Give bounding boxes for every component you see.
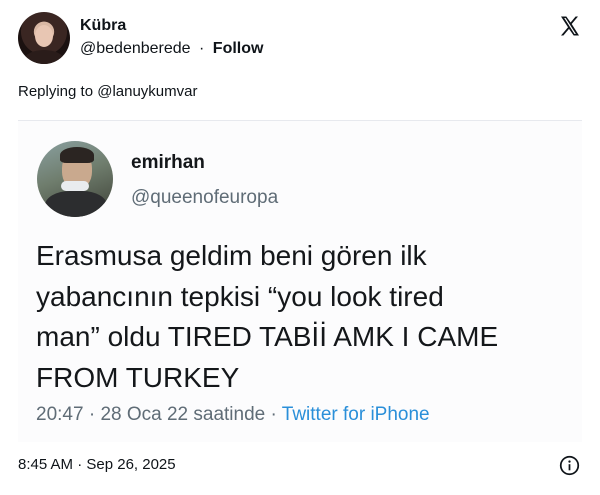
author-handle-line: @bedenberede · Follow: [80, 40, 263, 58]
author-handle[interactable]: @bedenberede: [80, 40, 191, 57]
separator-dot: ·: [199, 40, 205, 57]
quoted-author-name: emirhan: [131, 152, 205, 173]
x-logo-icon[interactable]: [558, 14, 582, 38]
tweet-text-line: yabancının tepkisi “you look tired: [36, 280, 444, 312]
tweet-text-line: man” oldu TIRED TABİİ AMK I CAME: [36, 321, 499, 352]
follow-button[interactable]: Follow: [213, 40, 264, 57]
quoted-tweet-source: Twitter for iPhone: [281, 404, 430, 425]
quoted-tweet-time: 20:47: [36, 404, 84, 425]
avatar-body: [45, 191, 107, 217]
quoted-tweet-meta: 20:47 · 28 Oca 22 saatinde · Twitter for…: [36, 404, 430, 426]
tweet-text-line: Erasmusa geldim beni gören ilk: [36, 240, 427, 271]
avatar-shoulders: [24, 50, 64, 64]
info-icon[interactable]: [559, 455, 580, 476]
avatar-hair: [60, 147, 94, 163]
separator-dot: ·: [88, 404, 96, 425]
tweet-text-line: FROM TURKEY: [36, 361, 240, 393]
quoted-tweet-date: 28 Oca 22 saatinde: [100, 404, 266, 425]
quoted-tweet-image: emirhan @queenofeuropa Erasmusa geldim b…: [18, 120, 582, 442]
quoted-author-handle: @queenofeuropa: [131, 187, 279, 208]
author-avatar[interactable]: [18, 12, 70, 64]
quoted-tweet-text: Erasmusa geldim beni gören ilk yabancını…: [36, 236, 576, 398]
avatar-face: [35, 25, 53, 47]
avatar-mask: [61, 181, 89, 191]
tweet-timestamp[interactable]: 8:45 AM · Sep 26, 2025: [18, 456, 176, 473]
author-name[interactable]: Kübra: [80, 17, 126, 35]
separator-dot: ·: [270, 404, 277, 425]
tweet-header: Kübra @bedenberede · Follow: [18, 12, 582, 68]
quoted-author-avatar: [37, 141, 113, 217]
replying-to-text: Replying to @lanuykumvar: [18, 83, 198, 100]
